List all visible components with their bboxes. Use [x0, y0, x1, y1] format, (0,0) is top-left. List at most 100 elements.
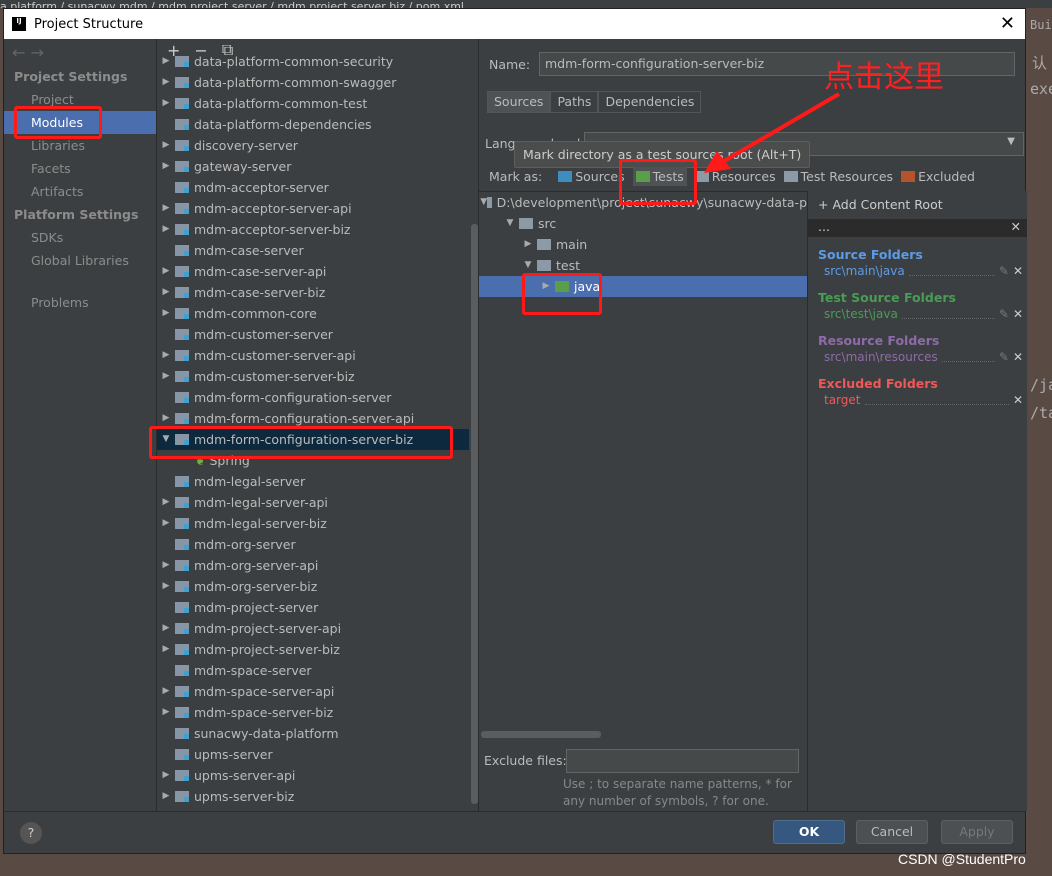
module-row[interactable]: ▶ data-platform-common-security [157, 51, 469, 72]
module-row[interactable]: ▶ discovery-server [157, 135, 469, 156]
expand-arrow-icon[interactable]: ▶ [157, 135, 175, 156]
content-tree-row[interactable]: ▶ main [479, 234, 807, 255]
tab-sources[interactable]: Sources [487, 91, 551, 113]
sidebar-item-sdks[interactable]: SDKs [4, 226, 156, 249]
forward-icon[interactable]: → [31, 43, 44, 62]
expand-arrow-icon[interactable]: ▶ [157, 765, 175, 786]
module-folder-icon [175, 518, 189, 529]
module-row[interactable]: ▶ mdm-acceptor-server-api [157, 198, 469, 219]
expand-arrow-icon[interactable]: ▶ [157, 303, 175, 324]
close-icon[interactable]: ✕ [1011, 219, 1021, 234]
expand-arrow-icon[interactable]: ▶ [157, 366, 175, 387]
expand-arrow-icon[interactable]: ▶ [157, 282, 175, 303]
expand-arrow-icon[interactable]: ▶ [157, 51, 175, 72]
expand-arrow-icon[interactable]: ▶ [157, 198, 175, 219]
module-folder-icon [175, 623, 189, 634]
module-row[interactable]: ▶ mdm-legal-server-biz [157, 513, 469, 534]
expand-arrow-icon[interactable]: ▶ [157, 72, 175, 93]
modules-scrollbar[interactable] [471, 224, 478, 804]
expand-arrow-icon[interactable]: ▶ [157, 618, 175, 639]
module-row[interactable]: ▶ mdm-space-server-api [157, 681, 469, 702]
module-row[interactable]: ▶ mdm-case-server-biz [157, 282, 469, 303]
module-row[interactable]: data-platform-dependencies [157, 114, 469, 135]
expand-arrow-icon[interactable]: ▶ [157, 786, 175, 807]
expand-arrow-icon[interactable]: ▶ [519, 234, 537, 255]
expand-arrow-icon[interactable]: ▶ [157, 639, 175, 660]
remove-icon[interactable]: ✕ [1013, 393, 1023, 407]
module-row[interactable]: upms-server [157, 744, 469, 765]
remove-icon[interactable]: ✕ [1013, 264, 1023, 278]
expand-arrow-icon[interactable]: ▶ [157, 492, 175, 513]
exclude-files-input[interactable] [566, 749, 799, 773]
module-row[interactable]: ▶ data-platform-common-swagger [157, 72, 469, 93]
module-row[interactable]: mdm-legal-server [157, 471, 469, 492]
expand-arrow-icon[interactable]: ▶ [157, 555, 175, 576]
module-row[interactable]: ▶ mdm-case-server-api [157, 261, 469, 282]
close-button[interactable]: ✕ [1000, 13, 1015, 34]
expand-arrow-icon[interactable]: ▼ [501, 213, 519, 234]
module-row[interactable]: mdm-customer-server [157, 324, 469, 345]
ok-button[interactable]: OK [773, 820, 845, 844]
module-row[interactable]: ▶ mdm-org-server-api [157, 555, 469, 576]
module-name: data-platform-common-swagger [194, 75, 397, 90]
expand-arrow-icon[interactable]: ▶ [157, 345, 175, 366]
annotation-arrow [704, 92, 841, 173]
content-tree-row[interactable]: ▼ src [479, 213, 807, 234]
module-row[interactable]: mdm-project-server [157, 597, 469, 618]
expand-arrow-icon[interactable]: ▶ [157, 156, 175, 177]
expand-arrow-icon[interactable]: ▶ [157, 513, 175, 534]
module-name: mdm-acceptor-server-api [194, 201, 352, 216]
module-row[interactable]: ▶ upms-server-biz [157, 786, 469, 807]
back-icon[interactable]: ← [12, 43, 25, 62]
cancel-button[interactable]: Cancel [856, 820, 928, 844]
module-row[interactable]: mdm-acceptor-server [157, 177, 469, 198]
expand-arrow-icon[interactable]: ▶ [157, 219, 175, 240]
module-row[interactable]: sunacwy-data-platform [157, 723, 469, 744]
exclude-files-label: Exclude files: [484, 753, 567, 768]
module-row[interactable]: ▶ mdm-acceptor-server-biz [157, 219, 469, 240]
folder-icon [901, 171, 916, 182]
expand-arrow-icon[interactable]: ▶ [157, 93, 175, 114]
help-button[interactable]: ? [20, 822, 42, 844]
tab-paths[interactable]: Paths [550, 91, 599, 113]
module-row[interactable]: ▶ mdm-common-core [157, 303, 469, 324]
module-name: mdm-org-server [194, 537, 296, 552]
expand-arrow-icon[interactable]: ▶ [157, 681, 175, 702]
apply-button[interactable]: Apply [941, 820, 1013, 844]
module-row[interactable]: mdm-org-server [157, 534, 469, 555]
edit-icon[interactable]: ✎ [999, 264, 1009, 278]
sidebar-item-global-libraries[interactable]: Global Libraries [4, 249, 156, 272]
module-row[interactable]: ▶ gateway-server [157, 156, 469, 177]
module-row[interactable]: ▶ data-platform-common-test [157, 93, 469, 114]
sidebar-item-problems[interactable]: Problems [4, 291, 156, 314]
mark-as-sources-button[interactable]: Sources [558, 167, 625, 186]
module-row[interactable]: ▶ upms-server-api [157, 765, 469, 786]
tab-dependencies[interactable]: Dependencies [598, 91, 702, 113]
module-row[interactable]: ▶ mdm-org-server-biz [157, 576, 469, 597]
module-row[interactable]: ▶ mdm-project-server-biz [157, 639, 469, 660]
expand-arrow-icon[interactable]: ▶ [157, 261, 175, 282]
folder-entry: src\test\java ✎ ✕ [808, 305, 1027, 323]
module-row[interactable]: mdm-form-configuration-server [157, 387, 469, 408]
expand-arrow-icon[interactable]: ▼ [480, 192, 487, 213]
module-row[interactable]: mdm-case-server [157, 240, 469, 261]
folder-group-title: Source Folders [818, 247, 923, 262]
edit-icon[interactable]: ✎ [999, 350, 1009, 364]
module-row[interactable]: ▶ mdm-project-server-api [157, 618, 469, 639]
module-row[interactable]: ▶ mdm-customer-server-biz [157, 366, 469, 387]
edit-icon[interactable]: ✎ [999, 307, 1009, 321]
module-row[interactable]: mdm-space-server [157, 660, 469, 681]
expand-arrow-icon[interactable]: ▶ [157, 702, 175, 723]
module-folder-icon [175, 119, 189, 130]
module-row[interactable]: ▶ mdm-legal-server-api [157, 492, 469, 513]
remove-icon[interactable]: ✕ [1013, 307, 1023, 321]
mark-as-excluded-button[interactable]: Excluded [901, 167, 975, 186]
remove-icon[interactable]: ✕ [1013, 350, 1023, 364]
sidebar-item-artifacts[interactable]: Artifacts [4, 180, 156, 203]
expand-arrow-icon[interactable]: ▶ [157, 576, 175, 597]
add-content-root-button[interactable]: + Add Content Root [818, 197, 943, 212]
module-row[interactable]: ▶ mdm-customer-server-api [157, 345, 469, 366]
sidebar-item-facets[interactable]: Facets [4, 157, 156, 180]
module-row[interactable]: ▶ mdm-space-server-biz [157, 702, 469, 723]
content-hscrollbar[interactable] [481, 731, 601, 738]
